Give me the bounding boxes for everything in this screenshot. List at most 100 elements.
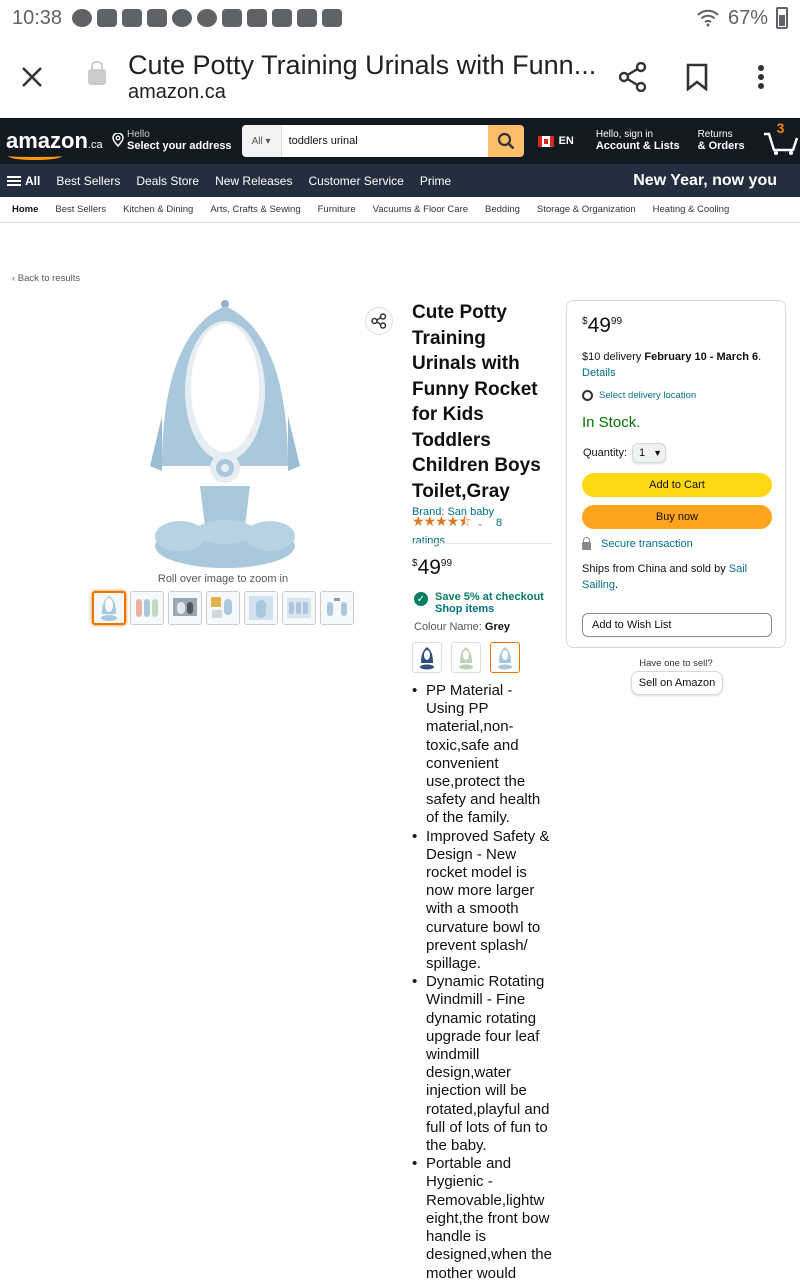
lock-icon xyxy=(582,537,591,550)
delivery-details-link[interactable]: Details xyxy=(582,367,616,379)
select-location-label: Select delivery location xyxy=(599,390,697,401)
chevron-down-icon: ▾ xyxy=(265,135,271,147)
price-fraction: 99 xyxy=(440,558,453,569)
cart-button[interactable]: 3 xyxy=(763,120,799,156)
thumbnail[interactable] xyxy=(206,591,240,625)
returns-orders[interactable]: Returns & Orders xyxy=(698,130,745,153)
subnav-home[interactable]: Home xyxy=(12,204,38,215)
checkout-savings: ✓ Save 5% at checkout Shop items xyxy=(414,591,544,615)
thumbnail[interactable] xyxy=(168,591,202,625)
add-to-wish-list-button[interactable]: Add to Wish List xyxy=(582,613,772,637)
logo-suffix: .ca xyxy=(87,139,103,151)
bookmark-icon xyxy=(686,63,708,91)
more-vert-icon xyxy=(758,65,764,89)
blog-icon xyxy=(222,9,243,27)
subnav-kitchen-dining[interactable]: Kitchen & Dining xyxy=(123,204,193,215)
app-icon xyxy=(272,9,293,27)
product-title: Cute Potty Training Urinals with Funny R… xyxy=(412,302,541,502)
nav-new-releases[interactable]: New Releases xyxy=(207,174,300,188)
bookmark-button[interactable] xyxy=(680,60,714,94)
news-icon xyxy=(322,9,343,27)
amazon-logo[interactable]: amazon.ca xyxy=(6,128,103,160)
account-greeting: Hello, sign in xyxy=(595,129,654,140)
colour-swatch-navy[interactable] xyxy=(412,642,442,673)
subnav-arts-crafts[interactable]: Arts, Crafts & Sewing xyxy=(210,204,300,215)
subnav-storage[interactable]: Storage & Organization xyxy=(537,204,636,215)
amazon-header: amazon.ca Hello Select your address All … xyxy=(0,118,800,164)
divider xyxy=(412,543,552,544)
check-icon: ✓ xyxy=(414,592,428,606)
notification-icon xyxy=(72,9,93,27)
rating-count: 8 xyxy=(496,517,503,529)
subnav-heating-cooling[interactable]: Heating & Cooling xyxy=(653,204,730,215)
nav-promo-banner[interactable]: New Year, now you xyxy=(633,172,777,190)
language-selector[interactable]: EN xyxy=(537,135,574,147)
nav-customer-service[interactable]: Customer Service xyxy=(300,174,411,188)
nav-deals-store[interactable]: Deals Store xyxy=(128,174,207,188)
delivery-dates: February 10 - March 6 xyxy=(644,351,759,363)
logo-text: amazon xyxy=(6,128,88,153)
nav-best-sellers[interactable]: Best Sellers xyxy=(48,174,128,188)
colour-swatch-grey[interactable] xyxy=(490,642,520,673)
canada-flag-icon xyxy=(537,135,554,147)
subnav-vacuums[interactable]: Vacuums & Floor Care xyxy=(373,204,468,215)
buy-box: $4999 $10 delivery February 10 - March 6… xyxy=(566,300,786,648)
ships-suffix: . xyxy=(615,579,619,591)
address-label: Select your address xyxy=(127,140,232,152)
select-location-link[interactable]: Select delivery location xyxy=(582,390,696,401)
buybox-price: $4999 xyxy=(582,314,622,338)
nav-all-label: All xyxy=(25,173,41,188)
search-category-select[interactable]: All ▾ xyxy=(241,125,282,157)
feature-bullets: PP Material - Using PP material,non-toxi… xyxy=(412,682,554,1283)
battery-icon xyxy=(776,7,788,29)
status-bar: 10:38 67% xyxy=(0,0,800,36)
colour-swatch-green[interactable] xyxy=(451,642,481,673)
delivery-fee: $10 delivery xyxy=(582,351,645,363)
price-whole: 49 xyxy=(417,556,441,579)
shop-items-link[interactable]: Shop items xyxy=(435,603,544,615)
price-fraction: 99 xyxy=(610,316,623,327)
add-to-cart-button[interactable]: Add to Cart xyxy=(582,473,772,497)
close-tab-button[interactable] xyxy=(0,45,64,109)
wifi-icon xyxy=(697,9,719,27)
back-to-results-link[interactable]: ‹ Back to results xyxy=(12,273,80,284)
share-button[interactable] xyxy=(616,60,650,94)
thumbnail[interactable] xyxy=(320,591,354,625)
thumbnail[interactable] xyxy=(92,591,126,625)
sell-on-amazon-button[interactable]: Sell on Amazon xyxy=(631,671,723,695)
address-area[interactable]: Cute Potty Training Urinals with Funn...… xyxy=(128,50,608,104)
colour-name: Colour Name: Grey xyxy=(414,621,510,633)
nav-prime[interactable]: Prime xyxy=(412,174,459,188)
image-share-button[interactable] xyxy=(365,307,393,335)
feature-bullet: Portable and Hygienic - Removable,lightw… xyxy=(412,1155,554,1282)
image-icon xyxy=(247,9,268,27)
subnav-bedding[interactable]: Bedding xyxy=(485,204,520,215)
ships-text: Ships from China and sold by xyxy=(582,563,729,575)
account-menu[interactable]: Hello, sign in Account & Lists xyxy=(595,129,680,153)
star-rating-icon: ★★★★⯪ xyxy=(412,513,471,529)
buy-now-button[interactable]: Buy now xyxy=(582,505,772,529)
browser-toolbar: Cute Potty Training Urinals with Funn...… xyxy=(0,36,800,118)
delivery-address[interactable]: Hello Select your address xyxy=(112,130,232,152)
delivery-info: $10 delivery February 10 - March 6. Deta… xyxy=(582,349,782,381)
rating-summary[interactable]: ★★★★⯪ ⌄ 8 ratings xyxy=(412,511,552,547)
subnav-furniture[interactable]: Furniture xyxy=(318,204,356,215)
quantity-select[interactable]: 1 ▼ xyxy=(632,443,667,463)
product-info: Cute Potty Training Urinals with Funny R… xyxy=(412,300,552,518)
thumbnail[interactable] xyxy=(282,591,316,625)
thumbnail[interactable] xyxy=(130,591,164,625)
overflow-menu-button[interactable] xyxy=(744,60,778,94)
subnav-best-sellers[interactable]: Best Sellers xyxy=(55,204,106,215)
thumbnail[interactable] xyxy=(244,591,278,625)
secure-transaction-link[interactable]: Secure transaction xyxy=(582,537,693,550)
colour-swatches xyxy=(412,642,520,673)
search-button[interactable] xyxy=(487,125,524,157)
nav-all-menu[interactable]: All xyxy=(0,174,48,188)
search-icon xyxy=(497,132,514,150)
main-nav: All Best Sellers Deals Store New Release… xyxy=(0,164,800,197)
product-image[interactable] xyxy=(140,296,310,576)
youtube-icon xyxy=(122,9,143,27)
quantity-row: Quantity: 1 ▼ xyxy=(583,443,667,463)
search-input[interactable] xyxy=(281,125,488,157)
app-icon xyxy=(172,9,193,27)
